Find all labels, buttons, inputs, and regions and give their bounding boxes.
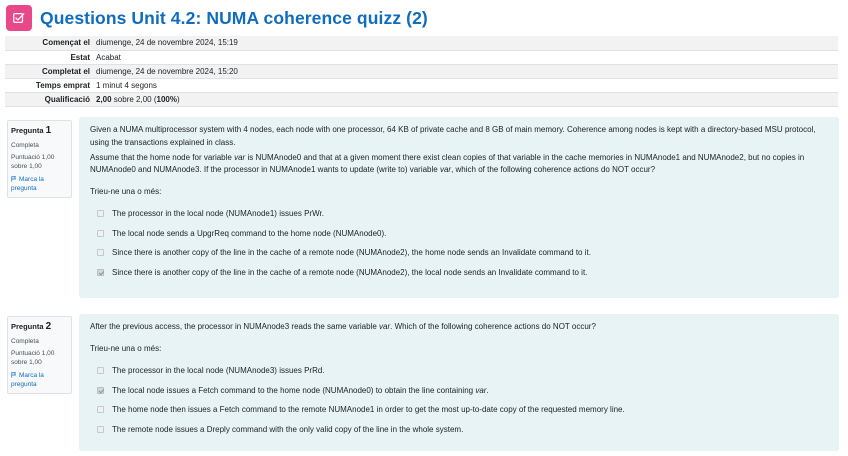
- question-number-value: 2: [45, 321, 52, 332]
- answer-checkbox[interactable]: [97, 249, 104, 257]
- flag-icon: [11, 176, 17, 182]
- answer-option[interactable]: Since there is another copy of the line …: [90, 263, 828, 283]
- summary-row-state: Estat Acabat: [5, 50, 838, 65]
- question-1-info: Pregunta 1 Completa Puntuació 1,00 sobre…: [7, 120, 72, 198]
- answer-label: The local node sends a UpgrReq command t…: [112, 228, 387, 238]
- question-label: Pregunta: [11, 322, 44, 331]
- summary-label: Completat el: [5, 64, 93, 80]
- variable-name: var: [439, 165, 452, 175]
- question-paragraph: Assume that the home node for variable v…: [90, 152, 828, 178]
- summary-label: Qualificació: [5, 92, 93, 108]
- question-state: Completa: [11, 338, 39, 345]
- summary-value: 2,00 sobre 2,00 (100%): [93, 92, 838, 108]
- answer-checkbox[interactable]: [97, 425, 104, 433]
- text-fragment: . Which of the following coherence actio…: [390, 322, 596, 331]
- answer-option[interactable]: The processor in the local node (NUMAnod…: [90, 361, 828, 381]
- answer-label: Since there is another copy of the line …: [112, 267, 588, 277]
- answer-option[interactable]: The local node sends a UpgrReq command t…: [90, 224, 828, 244]
- summary-row-time-taken: Temps emprat 1 minut 4 segons: [5, 78, 838, 94]
- summary-value: diumenge, 24 de novembre 2024, 15:19: [93, 36, 838, 51]
- flag-question-link[interactable]: Marca la pregunta: [11, 372, 68, 389]
- quiz-icon: [6, 5, 32, 31]
- summary-row-started: Començat el diumenge, 24 de novembre 202…: [5, 36, 838, 51]
- answer-label: The processor in the local node (NUMAnod…: [112, 209, 324, 219]
- question-2-content: After the previous access, the processor…: [79, 314, 839, 451]
- grade-percent: 100%: [156, 95, 177, 105]
- question-number: Pregunta 1: [11, 125, 68, 136]
- page-title: Questions Unit 4.2: NUMA coherence quizz…: [40, 7, 428, 28]
- summary-row-completed: Completat el diumenge, 24 de novembre 20…: [5, 64, 838, 80]
- question-paragraph: After the previous access, the processor…: [90, 321, 828, 334]
- answer-label: The remote node issues a Dreply command …: [112, 424, 464, 434]
- answer-prompt: Trieu-ne una o més:: [90, 187, 162, 197]
- question-text: After the previous access, the processor…: [90, 321, 828, 334]
- question-1-content: Given a NUMA multiprocessor system with …: [79, 117, 839, 298]
- question-grade: Puntuació 1,00 sobre 1,00: [11, 350, 55, 366]
- summary-value: diumenge, 24 de novembre 2024, 15:20: [93, 64, 838, 80]
- answer-label: The processor in the local node (NUMAnod…: [112, 366, 325, 376]
- answer-option[interactable]: The home node then issues a Fetch comman…: [90, 400, 828, 420]
- variable-name: var: [234, 152, 246, 162]
- summary-label: Temps emprat: [5, 78, 93, 94]
- summary-value: Acabat: [93, 50, 838, 65]
- flag-icon: [11, 372, 17, 378]
- summary-row-grade: Qualificació 2,00 sobre 2,00 (100%): [5, 92, 838, 108]
- answer-option[interactable]: The local node issues a Fetch command to…: [90, 380, 828, 400]
- answer-option[interactable]: The remote node issues a Dreply command …: [90, 419, 828, 439]
- variable-name: var: [475, 385, 487, 395]
- question-label: Pregunta: [11, 126, 44, 135]
- attempt-summary-table: Començat el diumenge, 24 de novembre 202…: [5, 36, 838, 108]
- question-paragraph: Given a NUMA multiprocessor system with …: [90, 125, 816, 147]
- answer-label: The home node then issues a Fetch comman…: [112, 405, 625, 415]
- answer-label: Since there is another copy of the line …: [112, 248, 591, 258]
- question-text: Given a NUMA multiprocessor system with …: [90, 124, 828, 177]
- question-number: Pregunta 2: [11, 321, 68, 332]
- answer-label: The local node issues a Fetch command to…: [112, 386, 489, 395]
- summary-value: 1 minut 4 segons: [93, 78, 838, 94]
- text-fragment: After the previous access, the processor…: [90, 322, 380, 331]
- text-fragment: The local node issues a Fetch command to…: [112, 385, 476, 395]
- grade-total: sobre 2,00 (: [111, 95, 157, 105]
- question-2-info: Pregunta 2 Completa Puntuació 1,00 sobre…: [7, 316, 72, 394]
- summary-label: Començat el: [5, 36, 93, 51]
- page-header: Questions Unit 4.2: NUMA coherence quizz…: [6, 4, 428, 32]
- summary-label: Estat: [5, 50, 93, 65]
- grade-value: 2,00: [96, 95, 112, 105]
- answer-checkbox[interactable]: [97, 406, 104, 414]
- question-grade: Puntuació 1,00 sobre 1,00: [11, 154, 55, 170]
- variable-name: var: [379, 322, 391, 331]
- answer-checkbox-checked[interactable]: [97, 268, 104, 276]
- text-fragment: .: [486, 385, 489, 395]
- flag-question-link[interactable]: Marca la pregunta: [11, 176, 68, 193]
- question-state: Completa: [11, 142, 39, 149]
- answer-option[interactable]: Since there is another copy of the line …: [90, 243, 828, 263]
- answer-checkbox[interactable]: [97, 229, 104, 237]
- answer-option[interactable]: The processor in the local node (NUMAnod…: [90, 204, 828, 224]
- answer-checkbox[interactable]: [97, 367, 104, 375]
- grade-close-paren: ): [176, 95, 180, 105]
- question-number-value: 1: [45, 125, 52, 136]
- checkbox-edit-icon: [13, 13, 25, 23]
- text-fragment: Assume that the home node for variable: [90, 152, 235, 162]
- answer-checkbox-checked[interactable]: [97, 386, 104, 394]
- answer-checkbox[interactable]: [97, 210, 104, 218]
- text-fragment: , which of the following coherence actio…: [451, 165, 656, 175]
- answer-prompt: Trieu-ne una o més:: [90, 343, 162, 353]
